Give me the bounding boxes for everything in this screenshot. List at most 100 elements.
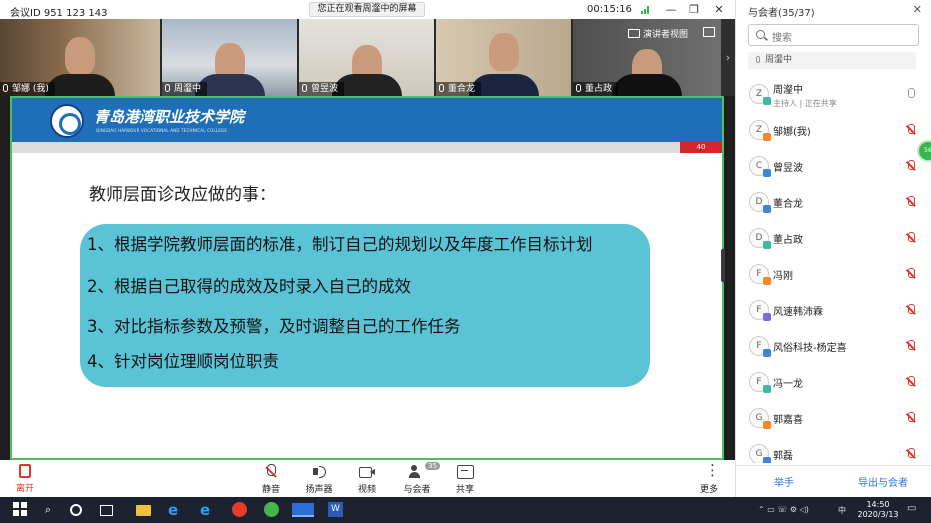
video-tile[interactable]: 曾昱波: [299, 19, 434, 96]
list-item[interactable]: G 郭嘉喜: [736, 400, 931, 436]
video-tile[interactable]: 董合龙: [436, 19, 571, 96]
video-strip: 邹娜 (我) 周瀣中 曾昱波 董合龙 董占政 演讲者视图 ›: [0, 19, 735, 96]
tile-name: 邹娜 (我): [0, 82, 55, 96]
mic-muted-icon[interactable]: [906, 340, 916, 352]
mic-muted-icon[interactable]: [906, 448, 916, 460]
mic-muted-icon[interactable]: [906, 232, 916, 244]
tile-name: 董合龙: [436, 82, 482, 96]
task-view-icon[interactable]: [100, 505, 113, 516]
list-item[interactable]: Z 周瀣中 主持人 | 正在共享: [736, 76, 931, 112]
file-explorer-icon[interactable]: [136, 505, 151, 516]
minimize-button[interactable]: —: [660, 1, 682, 18]
notification-icon[interactable]: ▭: [907, 503, 916, 514]
mic-icon: [439, 84, 444, 92]
ie-icon[interactable]: e: [200, 502, 216, 518]
participants-count-badge: 35: [425, 462, 440, 470]
video-tile[interactable]: 周瀣中: [162, 19, 297, 96]
title-bar: 会议ID 951 123 143 您正在观看周瀣中的屏幕 00:15:16 — …: [0, 0, 735, 19]
mute-button[interactable]: 静音: [249, 464, 293, 495]
close-button[interactable]: ✕: [708, 1, 730, 18]
more-icon: [701, 461, 720, 479]
share-button[interactable]: 共享: [443, 464, 487, 495]
slide-heading: 教师层面诊改应做的事：: [89, 185, 276, 205]
participant-search-input[interactable]: 搜索: [748, 24, 919, 46]
panel-close-icon[interactable]: ✕: [913, 3, 922, 16]
mic-muted-icon[interactable]: [906, 196, 916, 208]
avatar: F: [749, 300, 771, 321]
mic-muted-icon[interactable]: [906, 412, 916, 424]
speaker-view-button[interactable]: 演讲者视图: [628, 27, 688, 40]
slide-item: 1、根据学院教师层面的标准，制订自己的规划以及年度工作目标计划: [87, 235, 593, 254]
mic-icon: [3, 84, 8, 92]
participant-list: Z 周瀣中 主持人 | 正在共享 Z 邹娜(我) C 曾昱波 D 董合龙 D 董…: [736, 76, 931, 463]
slide-item: 2、根据自己取得的成效及时录入自己的成效: [87, 277, 411, 296]
people-icon: [409, 464, 425, 479]
avatar: G: [749, 444, 771, 463]
avatar: D: [749, 192, 771, 213]
browser-icon[interactable]: [232, 502, 247, 517]
search-icon[interactable]: ⌕: [40, 502, 56, 518]
meeting-app-icon[interactable]: [292, 503, 314, 517]
mic-muted-icon[interactable]: [906, 268, 916, 280]
edge-icon[interactable]: e: [168, 502, 184, 518]
presenter-chip[interactable]: 周瀣中: [748, 52, 916, 69]
restore-button[interactable]: ❐: [683, 1, 705, 18]
fullscreen-icon[interactable]: [703, 27, 715, 37]
tray-icons[interactable]: ⌃ ▭ ☏ ⚙ ◁): [758, 505, 809, 514]
speaker-button[interactable]: 扬声器: [297, 464, 341, 495]
search-placeholder: 搜索: [772, 33, 792, 44]
meeting-timer: 00:15:16: [587, 4, 632, 15]
mic-muted-icon[interactable]: [906, 124, 916, 136]
slide-header-band: 青岛港湾职业技术学院 QINGDAO HARBOUR VOCATIONAL AN…: [12, 98, 722, 142]
list-item[interactable]: Z 邹娜(我): [736, 112, 931, 148]
viewing-screen-label[interactable]: 您正在观看周瀣中的屏幕: [309, 2, 425, 17]
raise-hand-button[interactable]: 举手: [774, 474, 794, 489]
mic-muted-icon[interactable]: [906, 376, 916, 388]
college-name: 青岛港湾职业技术学院: [94, 108, 245, 126]
video-button[interactable]: 视频: [345, 464, 389, 495]
share-screen-icon: [457, 464, 474, 479]
next-page-arrow-icon[interactable]: ›: [721, 19, 735, 96]
participant-name: 风速韩沛霖: [773, 307, 823, 318]
meeting-id: 会议ID 951 123 143: [10, 8, 108, 19]
list-item[interactable]: D 董合龙: [736, 184, 931, 220]
leave-button[interactable]: 离开: [3, 464, 47, 494]
more-button[interactable]: 更多: [687, 461, 731, 495]
list-item[interactable]: D 董占政: [736, 220, 931, 256]
participant-name: 风俗科技-杨定喜: [773, 343, 847, 354]
participant-name: 邹娜(我): [773, 127, 811, 138]
tile-name: 董占政: [573, 82, 619, 96]
mic-muted-icon[interactable]: [906, 160, 916, 172]
mic-muted-icon: [263, 464, 279, 479]
tile-name: 周瀣中: [162, 82, 208, 96]
export-participants-button[interactable]: 导出与会者: [858, 474, 908, 489]
list-item[interactable]: F 风俗科技-杨定喜: [736, 328, 931, 364]
avatar: C: [749, 156, 771, 177]
mic-muted-icon[interactable]: [906, 304, 916, 316]
list-item[interactable]: F 冯一龙: [736, 364, 931, 400]
app-icon[interactable]: [264, 502, 279, 517]
video-tile[interactable]: 邹娜 (我): [0, 19, 160, 96]
word-icon[interactable]: W: [328, 502, 343, 517]
panel-resize-handle[interactable]: [721, 249, 725, 282]
participant-name: 冯一龙: [773, 379, 803, 390]
participant-name: 郭磊: [773, 451, 793, 462]
list-item[interactable]: G 郭磊: [736, 436, 931, 463]
list-item[interactable]: C 曾昱波: [736, 148, 931, 184]
list-item[interactable]: F 冯刚: [736, 256, 931, 292]
slide-item: 3、对比指标参数及预警，及时调整自己的工作任务: [87, 317, 461, 336]
participant-name: 郭嘉喜: [773, 415, 803, 426]
windows-start-icon[interactable]: [13, 502, 29, 518]
list-item[interactable]: F 风速韩沛霖: [736, 292, 931, 328]
windows-taskbar: ⌕ e e W ⌃ ▭ ☏ ⚙ ◁) 中 14:50 2020/3/13 ▭: [0, 497, 931, 523]
speaker-icon: [311, 464, 327, 479]
avatar: G: [749, 408, 771, 429]
slide-page-number: 40: [680, 142, 722, 153]
cortana-icon[interactable]: [70, 504, 82, 516]
mic-icon[interactable]: [906, 88, 916, 100]
meeting-toolbar: 离开 静音 扬声器 视频 与会者 35 共享 ⋮ 更多: [0, 460, 735, 497]
input-language[interactable]: 中: [838, 505, 846, 516]
system-clock[interactable]: 14:50 2020/3/13: [853, 500, 903, 520]
meeting-window: 会议ID 951 123 143 您正在观看周瀣中的屏幕 00:15:16 — …: [0, 0, 735, 497]
shared-screen: 青岛港湾职业技术学院 QINGDAO HARBOUR VOCATIONAL AN…: [10, 96, 724, 460]
